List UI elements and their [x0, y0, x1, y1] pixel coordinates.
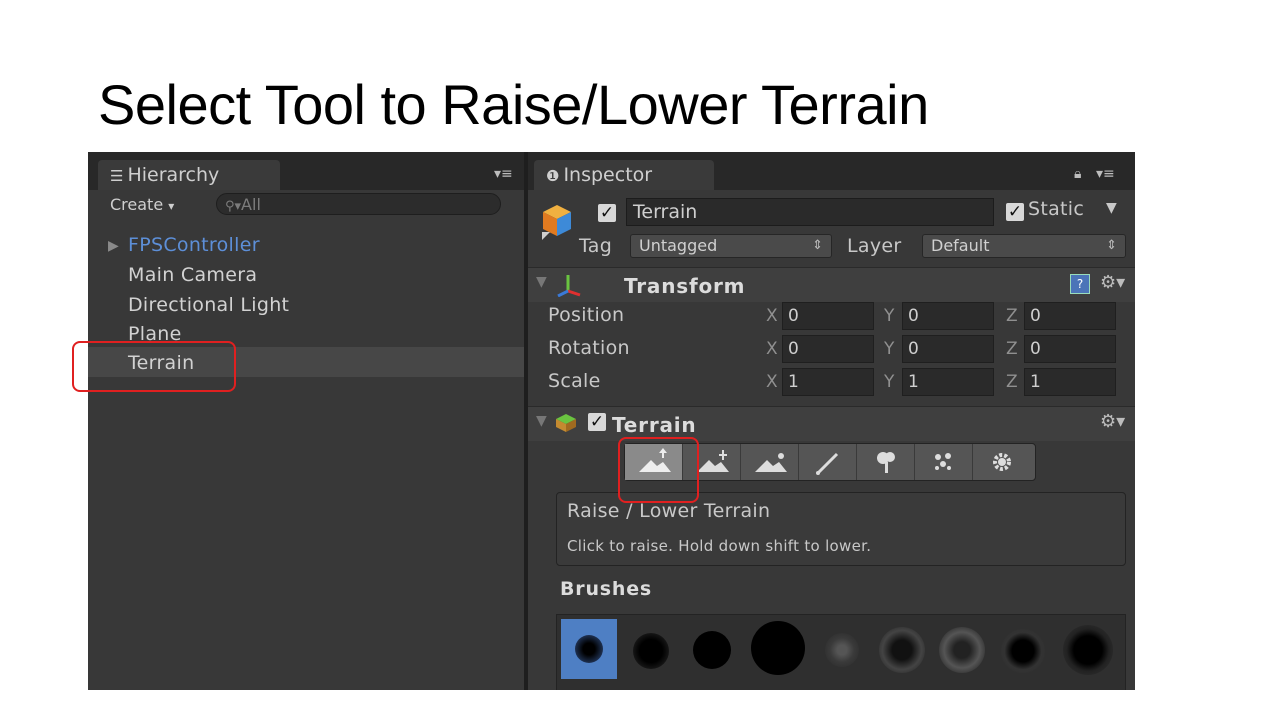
dropdown-arrow-icon: ⇕: [1106, 238, 1117, 253]
smooth-height-icon: [755, 453, 787, 472]
static-checkbox[interactable]: ✓: [1006, 203, 1024, 221]
terrain-highlight-annotation: [72, 341, 236, 392]
hierarchy-tab-label: Hierarchy: [127, 164, 220, 186]
dropdown-arrow-icon: ⇕: [812, 238, 823, 253]
transform-header[interactable]: ▼ Transform ? ⚙▾: [528, 267, 1135, 302]
brush-item[interactable]: [751, 621, 805, 675]
paint-details-tool-button[interactable]: [915, 444, 973, 480]
expand-arrow-icon[interactable]: ▶: [108, 238, 119, 254]
unity-editor: ☰ Hierarchy ▾≡ Create ▾ ⚲▾All ▶ FPSContro…: [88, 152, 1135, 690]
transform-axes-icon: [557, 275, 581, 297]
hierarchy-item-directional-light[interactable]: Directional Light: [128, 291, 289, 319]
position-x-field[interactable]: 0: [782, 302, 874, 330]
terrain-settings-tool-button[interactable]: [973, 444, 1031, 480]
paint-texture-tool-button[interactable]: [799, 444, 857, 480]
grass-details-icon: [935, 453, 951, 470]
create-button[interactable]: Create ▾: [110, 194, 174, 216]
tree-icon: [877, 452, 895, 473]
layer-dropdown[interactable]: Default ⇕: [922, 234, 1126, 258]
object-name-field[interactable]: Terrain: [626, 198, 994, 226]
position-z-field[interactable]: 0: [1024, 302, 1116, 330]
transform-title: Transform: [624, 274, 746, 298]
tab-hierarchy[interactable]: ☰ Hierarchy: [98, 160, 280, 190]
rotation-label: Rotation: [548, 337, 630, 359]
rotation-z-field[interactable]: 0: [1024, 335, 1116, 363]
info-icon: ❶: [546, 167, 560, 185]
active-checkbox[interactable]: ✓: [598, 204, 616, 222]
terrain-title: Terrain: [612, 413, 697, 437]
position-label: Position: [548, 304, 625, 326]
hierarchy-item-fpscontroller[interactable]: FPSController: [128, 231, 260, 259]
list-icon: ☰: [110, 167, 124, 185]
tool-help-text: Click to raise. Hold down shift to lower…: [567, 537, 872, 555]
brush-item[interactable]: [825, 633, 859, 667]
position-y-field[interactable]: 0: [902, 302, 994, 330]
scale-y-field[interactable]: 1: [902, 368, 994, 396]
tool-name: Raise / Lower Terrain: [567, 500, 771, 522]
search-icon: ⚲▾: [225, 199, 242, 214]
lock-icon[interactable]: 🔒︎: [1074, 166, 1081, 182]
tool-info-box: Raise / Lower Terrain Click to raise. Ho…: [556, 492, 1126, 566]
search-input[interactable]: ⚲▾All: [216, 193, 501, 215]
inspector-panel: ❶ Inspector 🔒︎ ▾≡ ✓ Terrain ✓ Static ▼ Ta…: [528, 152, 1135, 690]
brush-item[interactable]: [693, 631, 731, 669]
scale-x-field[interactable]: 1: [782, 368, 874, 396]
tool-highlight-annotation: [618, 437, 699, 503]
paintbrush-icon: [816, 452, 839, 475]
brush-item-selected[interactable]: [561, 619, 617, 679]
inspector-tab-label: Inspector: [563, 164, 653, 186]
brush-item[interactable]: [1001, 629, 1045, 673]
static-dropdown-arrow-icon[interactable]: ▼: [1106, 200, 1117, 216]
terrain-enabled-checkbox[interactable]: ✓: [588, 413, 606, 431]
smooth-height-tool-button[interactable]: [741, 444, 799, 480]
panel-menu-icon[interactable]: ▾≡: [494, 166, 513, 182]
brush-item[interactable]: [633, 633, 669, 669]
place-trees-tool-button[interactable]: [857, 444, 915, 480]
help-icon[interactable]: ?: [1070, 274, 1090, 294]
brush-item[interactable]: [879, 627, 925, 673]
scale-label: Scale: [548, 370, 601, 392]
gameobject-icon: [540, 202, 571, 240]
gear-icon[interactable]: ⚙▾: [1100, 272, 1125, 293]
rotation-x-field[interactable]: 0: [782, 335, 874, 363]
terrain-component-header[interactable]: ▼ ✓ Terrain ⚙▾: [528, 406, 1135, 441]
tab-inspector[interactable]: ❶ Inspector: [534, 160, 714, 190]
settings-gear-icon: [993, 453, 1011, 471]
brushes-grid: [556, 614, 1126, 690]
tag-dropdown[interactable]: Untagged ⇕: [630, 234, 832, 258]
brushes-label: Brushes: [560, 578, 653, 600]
terrain-icon: [556, 414, 576, 432]
hierarchy-panel: ☰ Hierarchy ▾≡ Create ▾ ⚲▾All ▶ FPSContro…: [88, 152, 524, 690]
gear-icon[interactable]: ⚙▾: [1100, 411, 1125, 432]
tag-label: Tag: [579, 235, 613, 257]
brush-item[interactable]: [1063, 625, 1113, 675]
panel-menu-icon[interactable]: ▾≡: [1096, 166, 1115, 182]
slide-title: Select Tool to Raise/Lower Terrain: [98, 73, 929, 136]
scale-z-field[interactable]: 1: [1024, 368, 1116, 396]
brush-item[interactable]: [939, 627, 985, 673]
static-label: Static: [1028, 198, 1085, 220]
hierarchy-item-main-camera[interactable]: Main Camera: [128, 261, 257, 289]
foldout-arrow-icon[interactable]: ▼: [536, 413, 547, 429]
layer-label: Layer: [847, 235, 902, 257]
foldout-arrow-icon[interactable]: ▼: [536, 274, 547, 290]
chevron-down-icon: ▾: [168, 199, 175, 213]
rotation-y-field[interactable]: 0: [902, 335, 994, 363]
